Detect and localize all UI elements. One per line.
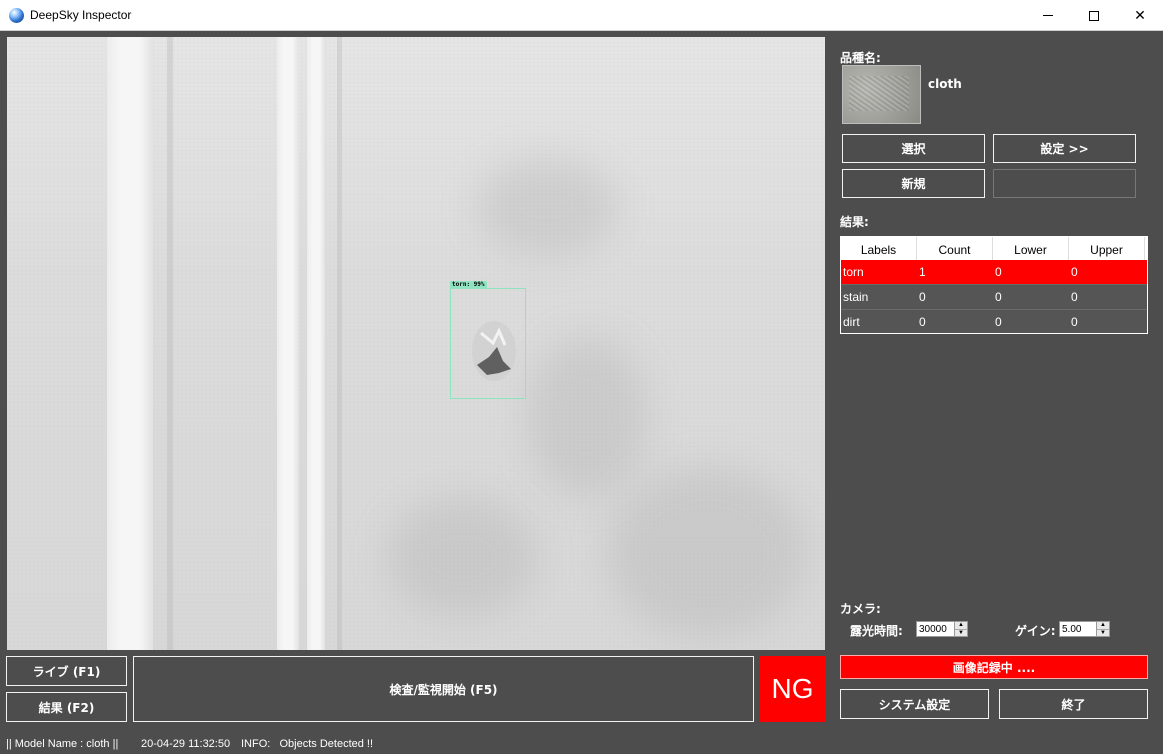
camera-image-view: torn: 99% — [7, 37, 825, 650]
cell-lower: 0 — [995, 265, 1002, 279]
table-row[interactable]: dirt 0 0 0 — [841, 310, 1147, 333]
gain-value[interactable]: 5.00 — [1060, 624, 1096, 635]
model-heading: 品種名: — [840, 51, 881, 65]
title-bar: DeepSky Inspector ✕ — [0, 0, 1163, 31]
status-info: INFO: Objects Detected !! — [241, 738, 374, 750]
fabric-stripe-shadow — [337, 37, 342, 650]
table-header: Labels Count Lower Upper — [841, 237, 1147, 260]
app-globe-icon — [9, 8, 24, 23]
exposure-spinbox[interactable]: 30000 ▲ ▼ — [916, 621, 968, 637]
model-name: cloth — [928, 77, 962, 91]
recording-status-bar: 画像記録中 .... — [840, 655, 1148, 679]
column-header[interactable]: Count — [917, 237, 993, 260]
column-header[interactable]: Labels — [841, 237, 917, 260]
fabric-shading — [477, 157, 617, 257]
settings-button[interactable]: 設定 >> — [993, 134, 1136, 163]
fabric-shading — [387, 497, 537, 617]
new-button[interactable]: 新規 — [842, 169, 985, 198]
cell-upper: 0 — [1071, 265, 1078, 279]
cell-count: 0 — [919, 290, 926, 304]
cell-upper: 0 — [1071, 315, 1078, 329]
status-bar: || Model Name : cloth || 20-04-29 11:32:… — [0, 734, 1163, 754]
detection-label: torn: 99% — [450, 281, 487, 289]
gain-label: ゲイン: — [1015, 624, 1056, 638]
select-button[interactable]: 選択 — [842, 134, 985, 163]
exit-button[interactable]: 終了 — [999, 689, 1148, 719]
results-heading: 結果: — [840, 215, 869, 229]
maximize-icon — [1089, 10, 1099, 21]
minimize-icon — [1043, 15, 1053, 16]
window-title: DeepSky Inspector — [30, 8, 132, 22]
cell-lower: 0 — [995, 290, 1002, 304]
system-settings-button[interactable]: システム設定 — [840, 689, 989, 719]
exposure-label: 露光時間: — [850, 624, 903, 638]
empty-button-slot — [993, 169, 1136, 198]
results-button[interactable]: 結果 (F2) — [6, 692, 127, 722]
column-header[interactable]: Lower — [993, 237, 1069, 260]
status-model: || Model Name : cloth || — [6, 738, 119, 750]
fabric-stripe — [307, 37, 325, 650]
table-row[interactable]: torn 1 0 0 — [841, 260, 1147, 285]
column-header[interactable]: Upper — [1069, 237, 1145, 260]
fabric-stripe-shadow — [167, 37, 173, 650]
results-table: Labels Count Lower Upper torn 1 0 0 stai… — [840, 236, 1148, 334]
fabric-stripe — [277, 37, 299, 650]
cell-label: dirt — [843, 315, 860, 329]
table-row[interactable]: stain 0 0 0 — [841, 285, 1147, 310]
fabric-shading — [527, 337, 647, 497]
minimize-button[interactable] — [1025, 0, 1071, 31]
cell-count: 0 — [919, 315, 926, 329]
maximize-button[interactable] — [1071, 0, 1117, 31]
judgement-indicator: NG — [760, 656, 825, 722]
cell-label: torn — [843, 265, 864, 279]
cell-count: 1 — [919, 265, 926, 279]
spin-down-icon[interactable]: ▼ — [1097, 628, 1109, 636]
exposure-value[interactable]: 30000 — [917, 624, 954, 635]
close-icon: ✕ — [1134, 7, 1146, 24]
detection-box — [450, 288, 526, 399]
cell-lower: 0 — [995, 315, 1002, 329]
cell-upper: 0 — [1071, 290, 1078, 304]
fabric-shading — [607, 467, 807, 637]
gain-spinbox[interactable]: 5.00 ▲ ▼ — [1059, 621, 1110, 637]
live-button[interactable]: ライブ (F1) — [6, 656, 127, 686]
status-timestamp: 20-04-29 11:32:50 — [141, 738, 231, 750]
start-inspection-button[interactable]: 検査/監視開始 (F5) — [133, 656, 754, 722]
close-button[interactable]: ✕ — [1117, 0, 1163, 31]
cell-label: stain — [843, 290, 869, 304]
spin-down-icon[interactable]: ▼ — [955, 628, 967, 636]
fabric-stripe — [107, 37, 153, 650]
model-thumbnail — [842, 65, 921, 124]
camera-heading: カメラ: — [840, 602, 881, 616]
